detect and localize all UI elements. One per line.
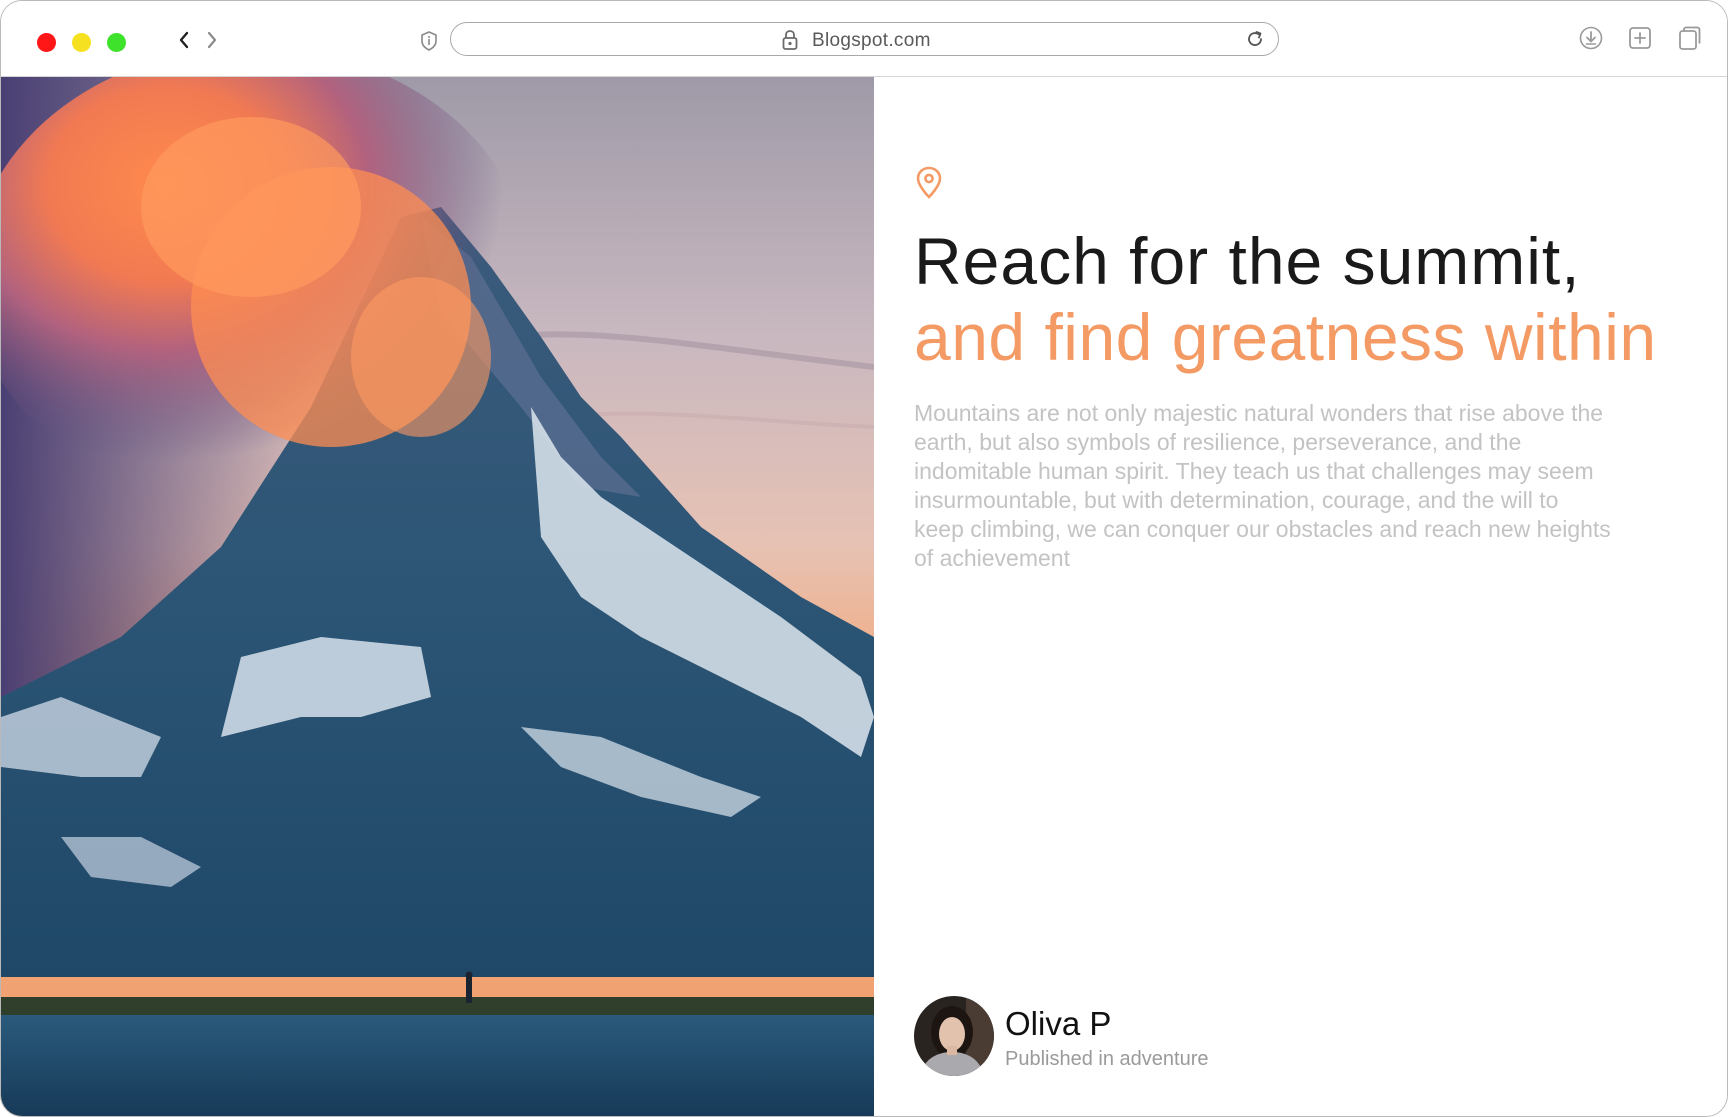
hero-mountain-image [1, 77, 874, 1116]
location-pin-icon [914, 165, 944, 206]
tabs-icon[interactable] [1676, 25, 1702, 56]
article-title-line1: Reach for the summit, [914, 224, 1581, 298]
author-meta: Published in adventure [1005, 1048, 1209, 1070]
browser-toolbar: Blogspot.com [1, 1, 1727, 77]
close-window-button[interactable] [37, 33, 56, 52]
new-tab-icon[interactable] [1627, 25, 1653, 56]
page-content: Reach for the summit, and find greatness… [1, 77, 1727, 1116]
address-bar[interactable]: Blogspot.com [450, 22, 1279, 56]
article-title-line2: and find greatness within [914, 300, 1657, 374]
maximize-window-button[interactable] [107, 33, 126, 52]
avatar[interactable] [914, 996, 994, 1076]
forward-icon[interactable] [205, 29, 219, 56]
url-text: Blogspot.com [812, 30, 931, 51]
shield-icon[interactable] [419, 30, 439, 57]
minimize-window-button[interactable] [72, 33, 91, 52]
article-panel: Reach for the summit, and find greatness… [874, 77, 1727, 1116]
browser-window: Blogspot.com Reach for the summit, and f… [0, 0, 1728, 1117]
article-body: Mountains are not only majestic natural … [914, 400, 1611, 571]
reload-icon[interactable] [1245, 29, 1265, 54]
author-name[interactable]: Oliva P [1005, 1005, 1111, 1043]
back-icon[interactable] [177, 29, 191, 56]
download-icon[interactable] [1578, 25, 1604, 56]
lock-icon [781, 29, 799, 56]
